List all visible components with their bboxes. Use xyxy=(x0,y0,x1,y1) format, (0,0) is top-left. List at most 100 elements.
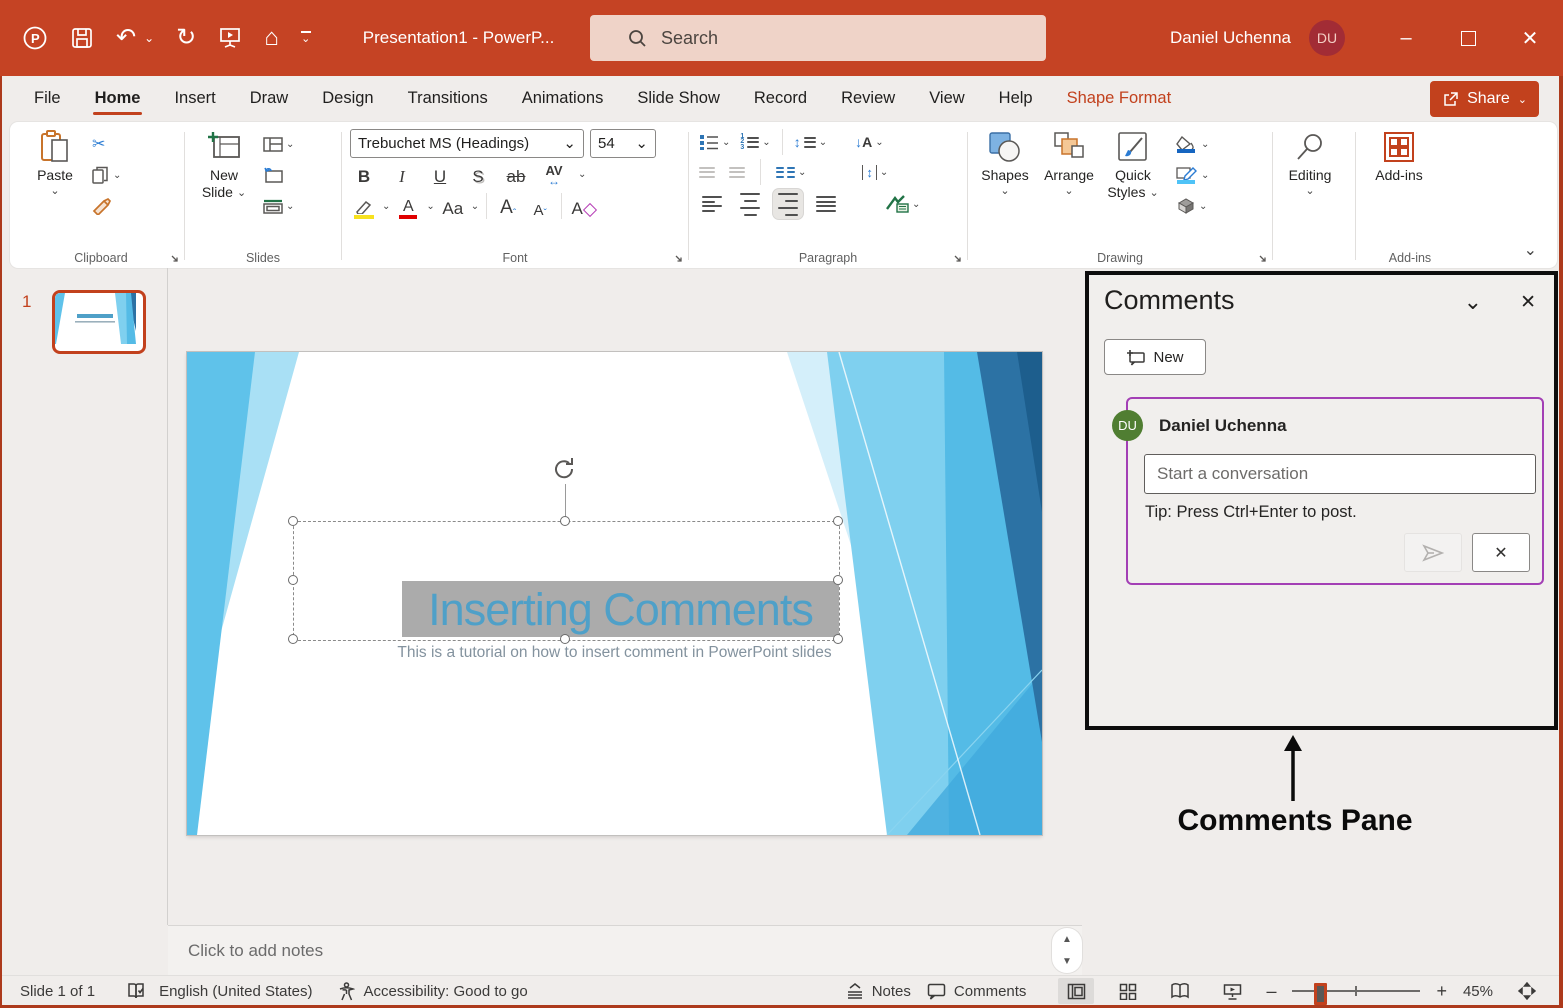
minimize-button[interactable]: – xyxy=(1375,0,1437,76)
resize-handle-top-center[interactable] xyxy=(560,516,570,526)
notes-pane[interactable]: Click to add notes xyxy=(168,925,1082,976)
tab-design[interactable]: Design xyxy=(320,76,375,120)
shape-fill-button[interactable]: ⌄ xyxy=(1174,132,1211,156)
resize-handle-bottom-right[interactable] xyxy=(833,634,843,644)
character-spacing-button[interactable]: AV ↔ xyxy=(540,161,568,187)
tab-help[interactable]: Help xyxy=(997,76,1035,120)
align-text-button[interactable]: ↕ ⌄ xyxy=(860,160,890,184)
redo-icon[interactable]: ↻ xyxy=(176,26,196,50)
decrease-font-size-button[interactable]: Aˇ xyxy=(526,193,554,219)
line-spacing-button[interactable]: ↕ ⌄ xyxy=(792,130,829,154)
align-center-button[interactable] xyxy=(735,189,765,219)
tab-animations[interactable]: Animations xyxy=(520,76,606,120)
slide-indicator[interactable]: Slide 1 of 1 xyxy=(20,983,95,1000)
tab-shape-format[interactable]: Shape Format xyxy=(1065,76,1174,120)
zoom-slider-thumb[interactable] xyxy=(1314,983,1328,1005)
font-size-combo[interactable]: 54 ⌄ xyxy=(590,128,656,158)
highlight-dropdown-icon[interactable]: ⌄ xyxy=(382,201,390,212)
editing-button[interactable]: Editing ⌄ xyxy=(1281,128,1339,246)
undo-icon[interactable]: ↶ xyxy=(116,26,136,50)
cancel-comment-button[interactable]: ✕ xyxy=(1472,533,1530,572)
accessibility-button[interactable]: Accessibility: Good to go xyxy=(338,981,528,1001)
paste-button[interactable]: Paste ⌄ xyxy=(26,128,84,246)
decrease-indent-button[interactable] xyxy=(697,160,717,184)
comment-input[interactable] xyxy=(1144,454,1536,494)
fit-slide-to-window-button[interactable] xyxy=(1509,978,1545,1004)
quick-styles-button[interactable]: Quick Styles ⌄ xyxy=(1104,128,1162,246)
format-painter-button[interactable] xyxy=(90,194,123,218)
bullets-button[interactable]: ⌄ xyxy=(697,130,732,154)
text-direction-button[interactable]: ↓A ⌄ xyxy=(853,130,886,154)
slide-layout-button[interactable]: ⌄ xyxy=(261,132,296,156)
save-icon[interactable] xyxy=(70,26,94,50)
shape-effects-button[interactable]: ⌄ xyxy=(1174,194,1211,218)
change-case-dropdown-icon[interactable]: ⌄ xyxy=(471,201,479,212)
zoom-slider[interactable] xyxy=(1292,983,1421,1005)
user-name[interactable]: Daniel Uchenna xyxy=(1170,28,1291,48)
shape-outline-button[interactable]: ⌄ xyxy=(1174,163,1211,187)
drawing-dialog-launcher-icon[interactable] xyxy=(1257,253,1268,264)
resize-handle-middle-left[interactable] xyxy=(288,575,298,585)
slide-canvas[interactable]: Inserting Comments This is a tutorial on… xyxy=(187,352,1042,835)
reset-slide-button[interactable] xyxy=(261,163,296,187)
tab-draw[interactable]: Draw xyxy=(248,76,291,120)
character-spacing-dropdown-icon[interactable]: ⌄ xyxy=(578,169,586,180)
share-button[interactable]: Share ⌄ xyxy=(1430,81,1539,117)
italic-button[interactable]: I xyxy=(388,161,416,187)
comments-collapse-icon[interactable]: ⌄ xyxy=(1464,289,1482,315)
resize-handle-bottom-left[interactable] xyxy=(288,634,298,644)
arrange-button[interactable]: Arrange ⌄ xyxy=(1040,128,1098,246)
convert-to-smartart-button[interactable]: ⌄ xyxy=(883,192,922,216)
slide-sorter-view-button[interactable] xyxy=(1110,978,1146,1004)
new-comment-button[interactable]: New xyxy=(1104,339,1206,375)
rotate-handle-icon[interactable] xyxy=(551,455,579,483)
tab-file[interactable]: File xyxy=(32,76,63,120)
collapse-ribbon-icon[interactable]: ⌄ xyxy=(1524,240,1537,260)
search-box[interactable]: Search xyxy=(590,15,1046,61)
slide-subtitle-text[interactable]: This is a tutorial on how to insert comm… xyxy=(187,644,1042,662)
strikethrough-button[interactable]: ab xyxy=(502,161,530,187)
tab-insert[interactable]: Insert xyxy=(172,76,217,120)
zoom-in-button[interactable]: + xyxy=(1436,981,1447,1002)
slideshow-view-button[interactable] xyxy=(1214,978,1250,1004)
clipboard-dialog-launcher-icon[interactable] xyxy=(169,253,180,264)
normal-view-button[interactable] xyxy=(1058,978,1095,1004)
language-indicator[interactable]: English (United States) xyxy=(159,983,312,1000)
font-color-button[interactable]: A xyxy=(394,193,422,219)
comments-close-icon[interactable]: ✕ xyxy=(1520,291,1536,314)
resize-handle-top-left[interactable] xyxy=(288,516,298,526)
close-button[interactable]: ✕ xyxy=(1499,0,1561,76)
notes-toggle-button[interactable]: Notes xyxy=(846,983,911,1000)
numbering-button[interactable]: 123 ⌄ xyxy=(738,130,772,154)
align-left-button[interactable] xyxy=(697,189,727,219)
spell-check-button[interactable] xyxy=(127,982,145,1001)
clear-formatting-button[interactable]: A xyxy=(569,193,597,219)
resize-handle-middle-right[interactable] xyxy=(833,575,843,585)
notes-scrollbar[interactable]: ▲ ▼ xyxy=(1052,928,1082,973)
font-color-dropdown-icon[interactable]: ⌄ xyxy=(426,201,434,212)
resize-handle-top-right[interactable] xyxy=(833,516,843,526)
increase-font-size-button[interactable]: Aˆ xyxy=(494,193,522,219)
tab-record[interactable]: Record xyxy=(752,76,809,120)
comments-toggle-button[interactable]: Comments xyxy=(927,983,1026,1000)
home-icon[interactable]: ⌂ xyxy=(264,26,279,50)
addins-button[interactable]: Add-ins xyxy=(1364,128,1434,246)
reading-view-button[interactable] xyxy=(1162,978,1198,1004)
tab-view[interactable]: View xyxy=(927,76,966,120)
scroll-down-icon[interactable]: ▼ xyxy=(1062,956,1072,967)
underline-button[interactable]: U xyxy=(426,161,454,187)
undo-dropdown-icon[interactable]: ⌄ xyxy=(144,32,154,44)
new-slide-button[interactable]: New Slide ⌄ xyxy=(193,128,255,246)
justify-button[interactable] xyxy=(811,189,841,219)
paragraph-dialog-launcher-icon[interactable] xyxy=(952,253,963,264)
maximize-button[interactable] xyxy=(1437,0,1499,76)
cut-button[interactable]: ✂ xyxy=(90,132,123,156)
tab-home[interactable]: Home xyxy=(92,76,143,120)
slide-thumbnail[interactable] xyxy=(52,290,146,354)
change-case-button[interactable]: Aa xyxy=(439,193,467,219)
section-button[interactable]: ⌄ xyxy=(261,194,296,218)
zoom-out-button[interactable]: – xyxy=(1266,981,1276,1002)
start-presentation-icon[interactable] xyxy=(218,26,242,50)
zoom-level[interactable]: 45% xyxy=(1463,983,1493,1000)
customize-toolbar-icon[interactable]: ⌄ xyxy=(300,31,311,45)
